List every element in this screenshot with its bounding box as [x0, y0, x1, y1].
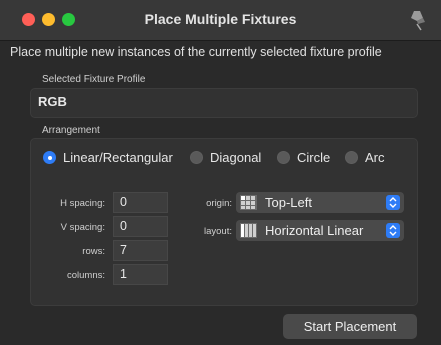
- v-spacing-label: V spacing:: [60, 222, 105, 233]
- radio-label: Diagonal: [210, 150, 262, 165]
- h-spacing-input[interactable]: 0: [113, 192, 168, 213]
- profile-box: [30, 88, 418, 118]
- radio-selected-icon: [43, 151, 56, 164]
- radio-label: Circle: [297, 150, 331, 165]
- window-title: Place Multiple Fixtures: [144, 11, 297, 27]
- radio-label: Linear/Rectangular: [63, 150, 173, 165]
- layout-label: layout:: [204, 226, 232, 237]
- rows-label: rows:: [82, 246, 105, 257]
- description-text: Place multiple new instances of the curr…: [10, 45, 382, 59]
- profile-value: RGB: [38, 94, 67, 109]
- origin-label: origin:: [206, 198, 232, 209]
- columns-input[interactable]: 1: [113, 264, 168, 285]
- radio-arc[interactable]: Arc: [345, 150, 385, 165]
- radio-label: Arc: [365, 150, 385, 165]
- place-multiple-fixtures-window: Place Multiple Fixtures Place multiple n…: [0, 0, 441, 345]
- origin-select[interactable]: Top-Left: [236, 192, 404, 213]
- radio-diagonal[interactable]: Diagonal: [190, 150, 261, 165]
- profile-group-label: Selected Fixture Profile: [42, 74, 146, 85]
- title-bar: Place Multiple Fixtures: [0, 0, 441, 41]
- arrangement-group-label: Arrangement: [42, 125, 100, 136]
- radio-unselected-icon: [345, 151, 358, 164]
- radio-unselected-icon: [190, 151, 203, 164]
- chevron-up-down-icon: [386, 223, 400, 238]
- v-spacing-input[interactable]: 0: [113, 216, 168, 237]
- chevron-up-down-icon: [386, 195, 400, 210]
- h-spacing-label: H spacing:: [60, 198, 105, 209]
- start-placement-button[interactable]: Start Placement: [283, 314, 417, 339]
- linear-layout-icon: [240, 223, 257, 238]
- radio-unselected-icon: [277, 151, 290, 164]
- fixture-icon: [411, 11, 425, 31]
- columns-label: columns:: [66, 270, 105, 281]
- radio-circle[interactable]: Circle: [277, 150, 330, 165]
- radio-linear-rectangular[interactable]: Linear/Rectangular: [43, 150, 173, 165]
- rows-input[interactable]: 7: [113, 240, 168, 261]
- grid-icon: [240, 195, 257, 210]
- layout-value: Horizontal Linear: [265, 223, 364, 238]
- origin-value: Top-Left: [265, 195, 312, 210]
- layout-select[interactable]: Horizontal Linear: [236, 220, 404, 241]
